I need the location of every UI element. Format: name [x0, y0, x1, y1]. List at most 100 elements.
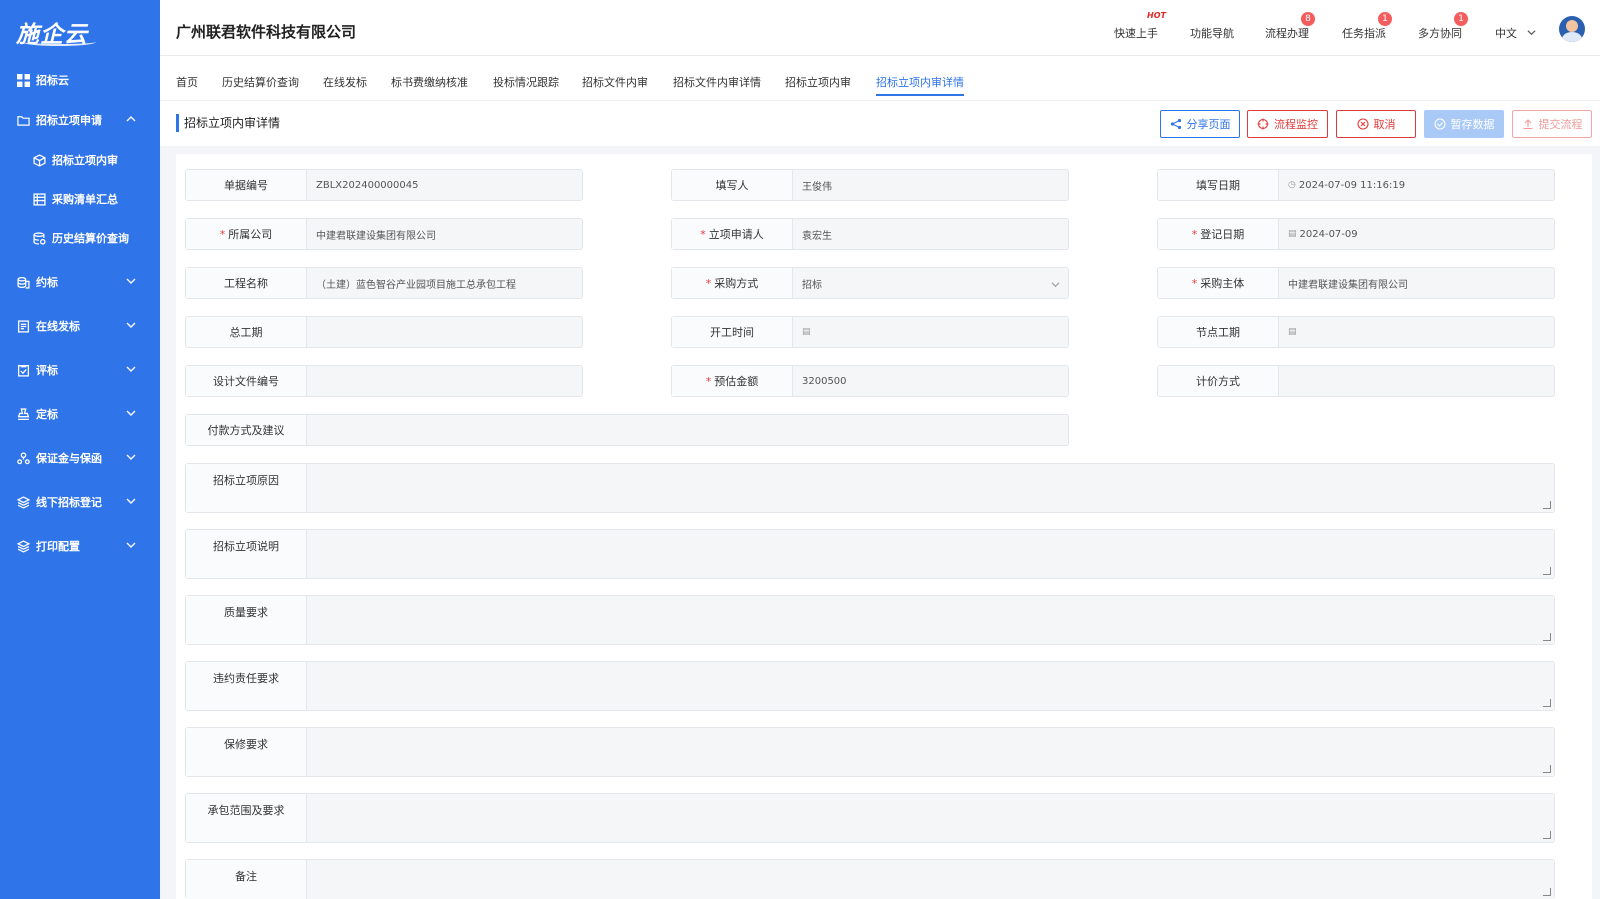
share-button[interactable]: 分享页面	[1160, 110, 1240, 138]
process-link[interactable]: 流程办理 8	[1265, 12, 1315, 41]
purchase-subject-value[interactable]: 中建君联建设集团有限公司	[1279, 268, 1554, 298]
writer-field: 填写人 王俊伟	[671, 169, 1069, 201]
reg-date-value: 2024-07-09	[1299, 228, 1358, 240]
description-label: 招标立项说明	[186, 530, 307, 578]
scope-textarea[interactable]	[307, 794, 1554, 842]
purchase-method-field: * 采购方式 招标	[671, 267, 1069, 299]
applicant-field: * 立项申请人 袁宏生	[671, 218, 1069, 250]
tab-doc-review-detail[interactable]: 招标文件内审详情	[673, 74, 761, 90]
purchase-subject-field: * 采购主体 中建君联建设集团有限公司	[1157, 267, 1555, 299]
sidebar-item-online-bid[interactable]: 在线发标	[0, 306, 160, 346]
sidebar-item-purchase-list[interactable]: 采购清单汇总	[0, 179, 160, 219]
design-doc-no-input[interactable]	[307, 366, 582, 396]
start-time-input[interactable]: ▤	[793, 317, 1068, 347]
description-textarea[interactable]	[307, 530, 1554, 578]
write-date-input[interactable]: ◷ 2024-07-09 11:16:19	[1279, 170, 1554, 200]
language-label: 中文	[1495, 27, 1517, 40]
sidebar-item-offline-registration[interactable]: 线下招标登记	[0, 482, 160, 522]
purchase-method-label-text: 采购方式	[714, 277, 759, 290]
language-select[interactable]: 中文	[1495, 25, 1536, 41]
tab-project-review[interactable]: 招标立项内审	[785, 74, 851, 90]
estimated-amount-value[interactable]: 3200500	[793, 366, 1068, 396]
avatar[interactable]	[1559, 16, 1585, 42]
scope-label: 承包范围及要求	[186, 794, 307, 842]
purchase-method-select[interactable]: 招标	[793, 268, 1068, 298]
sidebar-item-deposit[interactable]: 保证金与保函	[0, 438, 160, 478]
sidebar-item-evaluation[interactable]: 评标	[0, 350, 160, 390]
start-time-field: 开工时间 ▤	[671, 316, 1069, 348]
cancel-label: 取消	[1373, 118, 1396, 131]
reg-date-input[interactable]: ▤ 2024-07-09	[1279, 219, 1554, 249]
check-circle-icon	[1433, 118, 1446, 130]
sidebar-item-label: 采购清单汇总	[52, 193, 118, 206]
quality-label: 质量要求	[186, 596, 307, 644]
applicant-label: * 立项申请人	[672, 219, 793, 249]
total-period-input[interactable]	[307, 317, 582, 347]
sidebar-item-history-price[interactable]: 历史结算价查询	[0, 218, 160, 258]
design-doc-no-label: 设计文件编号	[186, 366, 307, 396]
database-icon	[32, 231, 46, 245]
writer-value[interactable]: 王俊伟	[793, 170, 1068, 200]
doc-no-value[interactable]: ZBLX202400000045	[307, 170, 582, 200]
process-badge: 8	[1301, 12, 1315, 26]
node-period-input[interactable]: ▤	[1279, 317, 1554, 347]
remark-textarea[interactable]	[307, 860, 1554, 899]
sidebar-item-award[interactable]: 定标	[0, 394, 160, 434]
layers-icon	[16, 495, 30, 509]
folder-icon	[16, 113, 30, 127]
quick-start-link[interactable]: 快速上手 HOT	[1114, 11, 1166, 41]
sidebar-item-project-internal-review[interactable]: 招标立项内审	[0, 140, 160, 180]
sidebar-item-zhaobiaoyun[interactable]: 招标云	[0, 60, 160, 100]
required-mark: *	[1191, 276, 1198, 290]
cancel-button[interactable]: 取消	[1336, 110, 1416, 138]
company-value[interactable]: 中建君联建设集团有限公司	[307, 219, 582, 249]
warranty-textarea[interactable]	[307, 728, 1554, 776]
tab-home[interactable]: 首页	[176, 74, 198, 90]
reg-date-label: * 登记日期	[1158, 219, 1279, 249]
quick-start-label: 快速上手	[1114, 27, 1158, 40]
task-label: 任务指派	[1342, 27, 1386, 40]
purchase-subject-label: * 采购主体	[1158, 268, 1279, 298]
sidebar-item-project-application[interactable]: 招标立项申请	[0, 100, 160, 140]
nav-guide-link[interactable]: 功能导航	[1190, 25, 1234, 41]
tab-fee-approval[interactable]: 标书费缴纳核准	[391, 74, 468, 90]
design-doc-no-field: 设计文件编号	[185, 365, 583, 397]
project-name-value[interactable]: （土建）蓝色智谷产业园项目施工总承包工程	[307, 268, 582, 298]
tab-doc-review[interactable]: 招标文件内审	[582, 74, 648, 90]
estimated-amount-label: * 预估金额	[672, 366, 793, 396]
collab-link[interactable]: 多方协同 1	[1418, 12, 1468, 41]
quality-textarea[interactable]	[307, 596, 1554, 644]
sidebar-item-invite-bid[interactable]: 约标	[0, 262, 160, 302]
write-date-value: 2024-07-09 11:16:19	[1298, 179, 1406, 191]
tab-history-price[interactable]: 历史结算价查询	[222, 74, 299, 90]
write-date-field: 填写日期 ◷ 2024-07-09 11:16:19	[1157, 169, 1555, 201]
submit-process-button[interactable]: 提交流程	[1512, 110, 1592, 138]
tab-bid-tracking[interactable]: 投标情况跟踪	[493, 74, 559, 90]
quality-field: 质量要求	[185, 595, 1555, 645]
process-monitor-button[interactable]: 流程监控	[1247, 110, 1328, 138]
tab-online-bid[interactable]: 在线发标	[323, 74, 367, 90]
collab-label: 多方协同	[1418, 27, 1462, 40]
page-title: 招标立项内审详情	[176, 114, 280, 132]
share-label: 分享页面	[1186, 118, 1231, 131]
sidebar-item-label: 打印配置	[36, 540, 80, 553]
task-link[interactable]: 任务指派 1	[1342, 12, 1392, 41]
sidebar-item-print-config[interactable]: 打印配置	[0, 526, 160, 566]
sidebar-item-label: 约标	[36, 276, 58, 289]
pricing-method-label: 计价方式	[1158, 366, 1279, 396]
people-icon	[16, 451, 30, 465]
reason-textarea[interactable]	[307, 464, 1554, 512]
required-mark: *	[705, 276, 712, 290]
document-icon	[16, 319, 30, 333]
warranty-field: 保修要求	[185, 727, 1555, 777]
chevron-down-icon	[126, 410, 136, 416]
remark-field: 备注	[185, 859, 1555, 899]
payment-input[interactable]	[307, 415, 1068, 445]
pricing-method-input[interactable]	[1279, 366, 1554, 396]
applicant-value[interactable]: 袁宏生	[793, 219, 1068, 249]
required-mark: *	[1191, 227, 1198, 241]
liability-textarea[interactable]	[307, 662, 1554, 710]
tab-project-review-detail[interactable]: 招标立项内审详情	[876, 74, 964, 96]
save-draft-button[interactable]: 暂存数据	[1424, 110, 1504, 138]
chevron-up-icon	[126, 116, 136, 122]
